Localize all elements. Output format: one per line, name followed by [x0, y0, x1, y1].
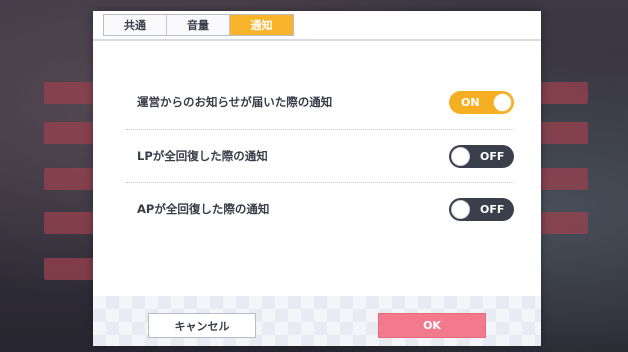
toggle-knob — [451, 146, 470, 166]
notification-settings-panel: 運営からのお知らせが届いた際の通知 ON LPが全回復した際の通知 OFF AP… — [93, 41, 541, 296]
setting-row-lp-recovered: LPが全回復した際の通知 OFF — [126, 129, 514, 183]
settings-dialog: 共通 音量 通知 運営からのお知らせが届いた際の通知 ON LPが全回復した際の… — [93, 11, 541, 346]
tab-volume[interactable]: 音量 — [167, 15, 230, 35]
announcement-toggle[interactable]: ON — [449, 90, 514, 114]
tab-common[interactable]: 共通 — [104, 15, 167, 35]
setting-label: LPが全回復した際の通知 — [137, 149, 268, 163]
tab-notification[interactable]: 通知 — [230, 15, 293, 35]
cancel-button[interactable]: キャンセル — [148, 313, 256, 338]
setting-row-announcement: 運営からのお知らせが届いた際の通知 ON — [126, 75, 514, 129]
toggle-knob — [451, 199, 470, 219]
toggle-knob — [493, 92, 512, 112]
settings-tabs: 共通 音量 通知 — [103, 14, 294, 36]
lp-recovered-toggle[interactable]: OFF — [449, 144, 514, 168]
ap-recovered-toggle[interactable]: OFF — [449, 197, 514, 221]
setting-label: APが全回復した際の通知 — [137, 202, 270, 216]
toggle-state-label: OFF — [480, 202, 505, 216]
setting-label: 運営からのお知らせが届いた際の通知 — [137, 95, 333, 109]
dialog-footer: キャンセル OK — [93, 296, 541, 346]
ok-button[interactable]: OK — [378, 313, 486, 338]
setting-row-ap-recovered: APが全回復した際の通知 OFF — [126, 182, 514, 236]
toggle-state-label: OFF — [480, 149, 505, 163]
toggle-state-label: ON — [461, 95, 480, 109]
